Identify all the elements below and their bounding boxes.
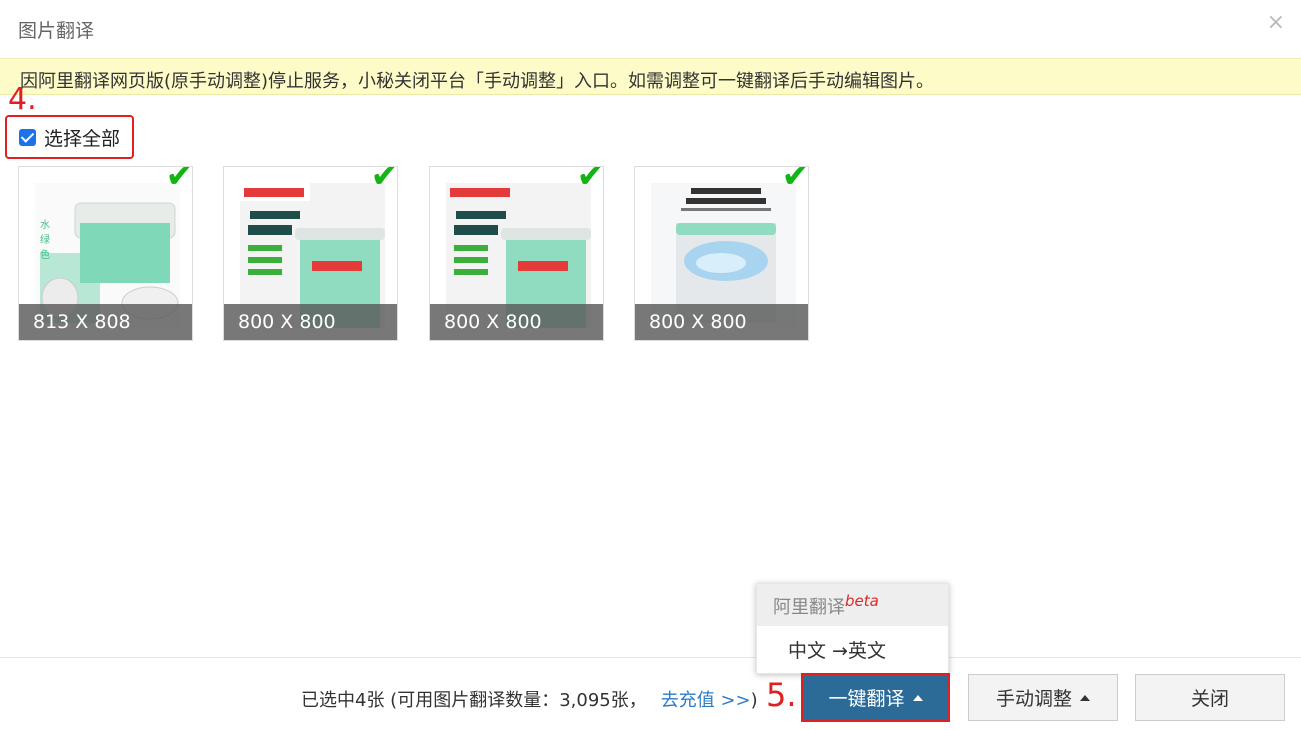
selected-check-icon: ✔: [781, 166, 809, 196]
dropdown-header: 阿里翻译beta: [757, 584, 948, 626]
dialog-header: 图片翻译 ×: [0, 0, 1301, 58]
select-all-checkbox[interactable]: [19, 128, 36, 146]
selection-status: 已选中4张 (可用图片翻译数量：3,095张， 去充值 >>): [301, 686, 758, 712]
caret-up-icon: [912, 694, 923, 701]
step-5-annotation: 5.: [766, 676, 797, 714]
notice-banner: 因阿里翻译网页版(原手动调整)停止服务，小秘关闭平台「手动调整」入口。如需调整可…: [0, 58, 1301, 95]
svg-text:色: 色: [40, 248, 50, 261]
status-text: 已选中4张 (可用图片翻译数量：3,095张，: [301, 690, 647, 711]
manual-adjust-button[interactable]: 手动调整: [968, 674, 1118, 721]
image-size-label: 800 X 800: [224, 304, 397, 340]
dialog-title: 图片翻译: [18, 20, 95, 42]
svg-text:水: 水: [40, 219, 50, 231]
selected-check-icon: ✔: [576, 166, 604, 196]
image-item[interactable]: ✔ 800 X 800: [429, 166, 604, 341]
close-icon[interactable]: ×: [1267, 10, 1285, 35]
one-click-translate-button[interactable]: 一键翻译: [801, 673, 950, 722]
translate-button-label: 一键翻译: [828, 688, 905, 710]
dropdown-item-zh-en[interactable]: 中文 →英文: [757, 626, 948, 673]
close-button[interactable]: 关闭: [1135, 674, 1285, 721]
select-all-label[interactable]: 选择全部: [44, 124, 120, 151]
image-size-label: 800 X 800: [430, 304, 603, 340]
selected-check-icon: ✔: [165, 166, 193, 196]
translate-dropdown: 阿里翻译beta 中文 →英文: [756, 583, 949, 674]
select-all-control[interactable]: 选择全部: [5, 115, 134, 159]
svg-text:绿: 绿: [40, 233, 50, 246]
caret-up-icon: [1080, 694, 1090, 701]
recharge-link[interactable]: 去充值 >>: [661, 690, 751, 711]
image-size-label: 813 X 808: [19, 304, 192, 340]
step-4-annotation: 4.: [8, 82, 37, 117]
selected-check-icon: ✔: [370, 166, 398, 196]
footer-divider: [0, 657, 1301, 658]
manual-button-label: 手动调整: [995, 688, 1072, 710]
status-end: ): [750, 690, 758, 711]
beta-badge: beta: [845, 592, 879, 610]
image-item[interactable]: ✔ 800 X 800: [634, 166, 809, 341]
image-size-label: 800 X 800: [635, 304, 808, 340]
image-item[interactable]: 水 绿 色 ✔ 813 X 808: [18, 166, 193, 341]
image-item[interactable]: ✔ 800 X 800: [223, 166, 398, 341]
